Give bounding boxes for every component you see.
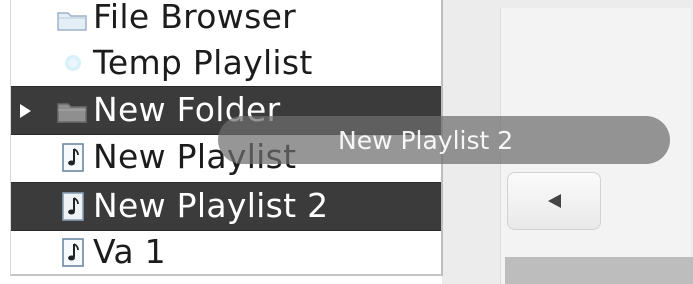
back-button[interactable] bbox=[507, 172, 601, 230]
sidebar-item-temp-playlist[interactable]: Temp Playlist bbox=[11, 40, 441, 87]
folder-icon bbox=[55, 94, 89, 126]
playlist-note-icon bbox=[55, 190, 89, 222]
drag-ghost-label: New Playlist 2 bbox=[338, 125, 514, 155]
bottom-toolbar-strip bbox=[505, 257, 693, 284]
folder-icon bbox=[55, 1, 89, 33]
back-arrow-icon bbox=[547, 194, 561, 208]
disclosure-triangle-icon[interactable] bbox=[20, 103, 31, 118]
sidebar-item-label: New Playlist 2 bbox=[93, 186, 329, 225]
sidebar-item-new-playlist-2[interactable]: New Playlist 2 bbox=[11, 182, 441, 231]
sidebar-item-label: Va 1 bbox=[93, 232, 166, 271]
sidebar-item-file-browser[interactable]: File Browser bbox=[11, 0, 441, 41]
drag-ghost-item: New Playlist 2 bbox=[218, 116, 670, 164]
playlist-note-icon bbox=[55, 141, 89, 173]
sidebar-item-va-1[interactable]: Va 1 bbox=[11, 229, 441, 274]
playlist-note-icon bbox=[55, 236, 89, 268]
playlist-browser-window: File Browser Temp Playlist New Folder Ne… bbox=[0, 0, 693, 284]
sidebar-item-label: Temp Playlist bbox=[93, 43, 313, 82]
sidebar-item-label: File Browser bbox=[93, 0, 297, 36]
temp-playlist-icon bbox=[55, 47, 89, 79]
